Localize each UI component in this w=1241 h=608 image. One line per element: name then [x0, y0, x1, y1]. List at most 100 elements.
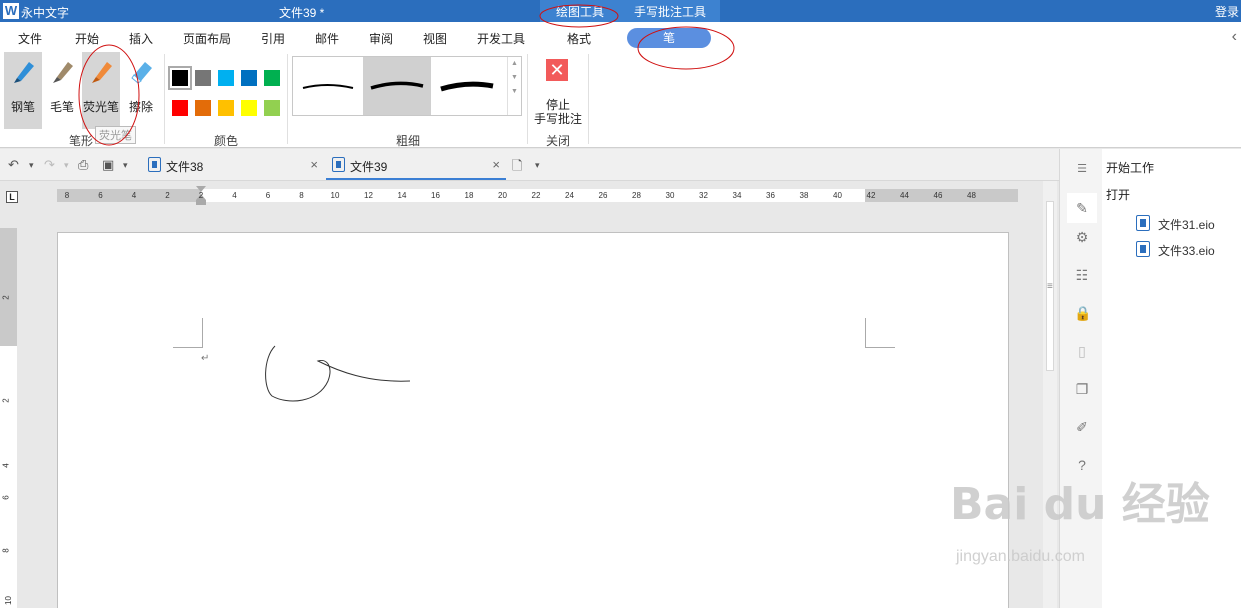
color-swatch-green[interactable]	[264, 70, 280, 86]
highlighter-button[interactable]: 荧光笔	[82, 52, 120, 129]
fountain-pen-icon	[14, 62, 34, 83]
highlighter-label: 荧光笔	[82, 100, 119, 114]
new-doc-dropdown-icon[interactable]: ▾	[535, 160, 540, 171]
highlighter-tooltip: 荧光笔	[95, 126, 136, 144]
vertical-ruler[interactable]: 2 2 4 6 8 10	[0, 228, 17, 608]
thickness-thick[interactable]	[433, 57, 501, 115]
panel-header: 开始工作	[1106, 161, 1155, 175]
clipboard-icon[interactable]: ▯	[1074, 343, 1090, 359]
ruler-tick-label: 2	[165, 191, 170, 200]
brush-pen-button[interactable]: 毛笔	[43, 52, 81, 129]
color-swatch-blue[interactable]	[241, 70, 257, 86]
menu-home[interactable]: 开始	[75, 30, 99, 47]
menu-review[interactable]: 审阅	[369, 30, 393, 47]
print-preview-icon[interactable]: ⎙	[78, 157, 88, 173]
handwriting-stroke	[265, 345, 411, 402]
context-tab-handwriting-tools[interactable]: 手写批注工具	[620, 0, 720, 22]
ruler-tick-label: 14	[397, 191, 407, 200]
undo-dropdown-icon[interactable]: ▾	[29, 160, 34, 171]
close-tab-icon[interactable]: ×	[310, 157, 318, 172]
ruler-tick-label: 30	[665, 191, 675, 200]
panel-menu-icon[interactable]: ☰	[1074, 161, 1090, 177]
watermark-brand: Bai du 经验	[950, 479, 1210, 530]
menu-insert[interactable]: 插入	[129, 30, 153, 47]
stop-label-line2: 手写批注	[533, 112, 582, 126]
pencil-icon[interactable]: ✎	[1067, 193, 1097, 223]
qat-customize-icon[interactable]: ▾	[123, 160, 128, 171]
color-swatch-yellow[interactable]	[241, 100, 257, 116]
doc-tab-file39[interactable]: 文件39 ×	[326, 149, 506, 180]
ruler-tick-label: 8	[1, 548, 11, 553]
ruler-tick-label: 34	[732, 191, 742, 200]
stop-handwriting-button[interactable]: ✕ 停止 手写批注	[532, 56, 584, 126]
copy-icon[interactable]: ❐	[1074, 381, 1090, 397]
ruler-tick-label: 8	[64, 191, 70, 200]
menu-file[interactable]: 文件	[18, 30, 42, 47]
side-panel: 开始工作 打开 文件31.eio 文件33.eio	[1102, 149, 1241, 608]
save-icon[interactable]: ▣	[102, 157, 114, 173]
group-label-thickness: 粗细	[396, 134, 421, 148]
ruler-tick-label: 18	[464, 191, 474, 200]
edit-icon[interactable]: ✐	[1074, 419, 1090, 435]
medium-stroke-icon	[370, 81, 424, 90]
horizontal-ruler[interactable]: 8 6 4 2 2 4 6 8 10 12 14 16 18 20 22 24 26 28 30 32 34 36 38 40…	[57, 186, 1018, 205]
ruler-tick-label: 36	[766, 191, 775, 200]
group-label-color: 颜色	[214, 134, 239, 148]
app-logo: W	[3, 3, 19, 19]
document-title: 文件39 *	[279, 6, 325, 20]
color-swatch-gold[interactable]	[218, 100, 234, 116]
redo-dropdown-icon[interactable]: ▾	[64, 160, 69, 171]
ruler-tick-label: 4	[131, 191, 137, 200]
context-tab-drawing-tools[interactable]: 绘图工具	[540, 0, 620, 22]
color-swatch-orange[interactable]	[195, 100, 211, 116]
ruler-tick-label: 42	[866, 191, 876, 200]
fountain-pen-button[interactable]: 钢笔	[4, 52, 42, 129]
login-link[interactable]: 登录	[1215, 3, 1239, 20]
thickness-medium[interactable]	[363, 57, 431, 115]
menu-developer[interactable]: 开发工具	[477, 30, 525, 47]
menu-mailings[interactable]: 邮件	[315, 30, 339, 47]
eraser-button[interactable]: 擦除	[122, 52, 160, 129]
undo-icon[interactable]: ↶	[8, 157, 19, 173]
thickness-thin[interactable]	[293, 57, 361, 115]
color-swatch-light-blue[interactable]	[218, 70, 234, 86]
ruler-tick-label: 2	[198, 191, 204, 200]
menu-references[interactable]: 引用	[261, 30, 285, 47]
ruler-tick-label: 44	[900, 191, 909, 200]
navigation-tree-icon[interactable]: ☷	[1074, 267, 1090, 283]
menu-format[interactable]: 格式	[567, 30, 591, 47]
menu-view[interactable]: 视图	[423, 30, 447, 47]
color-swatch-gray[interactable]	[195, 70, 211, 86]
close-tab-icon[interactable]: ×	[492, 157, 500, 172]
ruler-tick-label: 2	[1, 295, 11, 300]
fountain-pen-label: 钢笔	[10, 100, 35, 114]
collapse-ribbon-icon[interactable]: ‹	[1232, 28, 1237, 46]
document-icon	[148, 157, 161, 172]
color-swatch-lime[interactable]	[264, 100, 280, 116]
color-swatch-red[interactable]	[172, 100, 188, 116]
tab-stop-selector[interactable]: L	[6, 191, 18, 203]
ruler-tick-label: 24	[565, 191, 574, 200]
ruler-tick-label: 16	[431, 191, 440, 200]
ruler-tick-label: 2	[1, 398, 11, 403]
separator	[588, 54, 589, 144]
ruler-tick-label: 6	[1, 495, 11, 500]
thick-stroke-icon	[440, 81, 494, 92]
ruler-tick-label: 10	[330, 191, 340, 200]
menu-page-layout[interactable]: 页面布局	[183, 30, 231, 47]
lock-icon[interactable]: 🔒	[1074, 305, 1091, 321]
tab-pen[interactable]: 笔	[627, 28, 711, 48]
color-swatch-black[interactable]	[168, 66, 192, 90]
document-page[interactable]: ↵	[57, 232, 1009, 608]
thickness-scroll[interactable]: ▲ ▼ ▼	[507, 57, 521, 115]
new-document-icon[interactable]: 🗋	[512, 157, 522, 179]
ruler-tick-label: 12	[364, 191, 373, 200]
recent-file-name: 文件33.eio	[1158, 244, 1215, 258]
ruler-tick-label: 4	[232, 191, 237, 200]
vertical-scrollbar[interactable]: ≡	[1043, 181, 1057, 608]
redo-icon[interactable]: ↷	[44, 157, 55, 173]
sliders-icon[interactable]: ⚙	[1074, 229, 1090, 245]
doc-tab-file38[interactable]: 文件38 ×	[142, 149, 324, 180]
watermark-url: jingyan.baidu.com	[956, 548, 1085, 565]
thin-stroke-icon	[302, 84, 354, 89]
